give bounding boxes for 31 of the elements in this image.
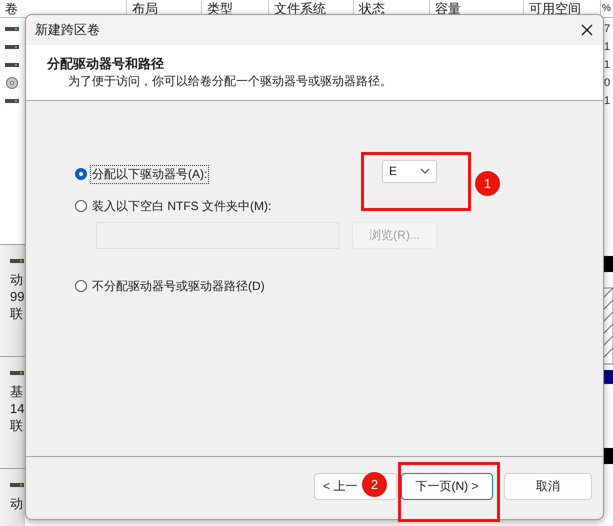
option-label[interactable]: 不分配驱动器号或驱动器路径(D) <box>90 276 267 296</box>
table-cell-text: 1 <box>604 95 612 107</box>
radio-button[interactable] <box>75 168 87 180</box>
table-cell-text: 1 <box>604 59 612 71</box>
option-label[interactable]: 装入以下空白 NTFS 文件夹中(M): <box>90 196 274 216</box>
close-icon <box>581 24 593 36</box>
window-title: 新建跨区卷 <box>35 21 100 39</box>
disk-label-text: 99 <box>10 288 25 305</box>
column-header[interactable]: % <box>601 0 613 17</box>
table-cell-text: 0 <box>604 77 612 89</box>
table-cell-text: 1 <box>604 41 612 53</box>
disc-icon <box>5 77 19 89</box>
radio-button[interactable] <box>75 200 87 212</box>
disk-label-text: 联 <box>10 417 24 434</box>
chevron-down-icon <box>420 168 430 174</box>
cancel-button[interactable]: 取消 <box>504 472 592 500</box>
disk-label-text: 联 <box>10 305 24 322</box>
disk-label-text: 动 <box>10 271 24 288</box>
drive-icon <box>10 481 24 489</box>
drive-icon <box>10 257 24 265</box>
disk-label-text: 动 <box>10 495 24 512</box>
description-text: 为了便于访问，你可以给卷分配一个驱动器号或驱动器路径。 <box>67 73 393 89</box>
drive-icon <box>10 369 24 377</box>
disk-label-text: 基 <box>10 383 24 400</box>
option-label[interactable]: 分配以下驱动器号(A): <box>90 164 210 184</box>
radio-button[interactable] <box>75 280 87 292</box>
next-button[interactable]: 下一页(N) > <box>401 472 493 500</box>
table-cell-text: 7 <box>604 23 612 35</box>
drive-letter-dropdown[interactable]: E <box>382 160 437 182</box>
disk-label-text: 14 <box>10 400 25 417</box>
section-heading: 分配驱动器号和路径 <box>47 55 165 73</box>
